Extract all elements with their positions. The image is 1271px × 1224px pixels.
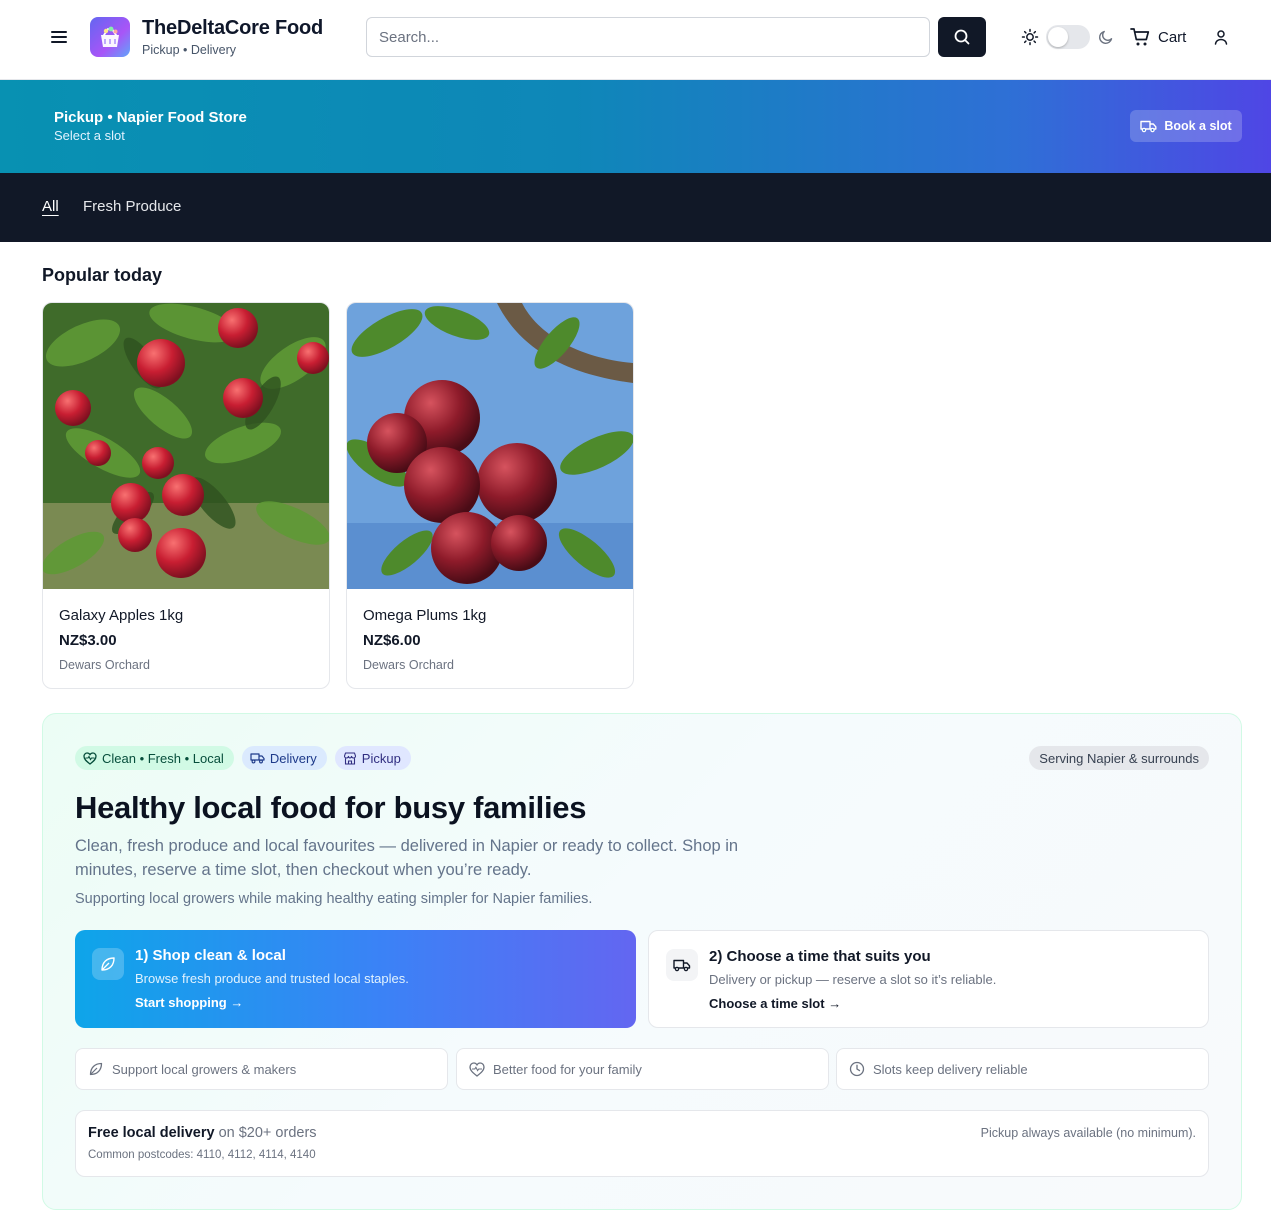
pill-label: Delivery bbox=[269, 750, 317, 766]
category-fresh-produce[interactable]: Fresh Produce bbox=[83, 198, 181, 215]
category-nav: All Fresh Produce bbox=[0, 173, 1271, 242]
moon-icon bbox=[1097, 28, 1115, 46]
top-header: TheDeltaCore Food Pickup • Delivery Cart bbox=[0, 0, 1271, 80]
search-button[interactable] bbox=[938, 17, 986, 57]
free-delivery-rest: on $20+ orders bbox=[218, 1125, 317, 1141]
hero-description: Clean, fresh produce and local favourite… bbox=[75, 837, 739, 879]
category-all[interactable]: All bbox=[42, 198, 59, 215]
leaf-icon bbox=[89, 1062, 103, 1076]
product-name[interactable]: Galaxy Apples 1kg bbox=[59, 607, 183, 624]
feature-better-food: Better food for your family bbox=[456, 1048, 829, 1090]
cart-icon bbox=[1130, 28, 1150, 46]
pickup-banner: Pickup • Napier Food Store Select a slot… bbox=[0, 80, 1271, 173]
truck-icon bbox=[1140, 120, 1157, 133]
pill-label: Pickup bbox=[361, 750, 401, 766]
brand-subtitle: Pickup • Delivery bbox=[142, 43, 236, 57]
popular-title: Popular today bbox=[42, 265, 163, 285]
feature-label: Slots keep delivery reliable bbox=[873, 1061, 1028, 1077]
user-icon[interactable] bbox=[1212, 28, 1230, 46]
cart-button[interactable]: Cart bbox=[1130, 26, 1186, 48]
postcodes-text: Common postcodes: 4110, 4112, 4114, 4140 bbox=[88, 1149, 316, 1161]
feature-slots-reliable: Slots keep delivery reliable bbox=[836, 1048, 1209, 1090]
hero-title: Healthy local food for busy families bbox=[75, 790, 587, 825]
heart-pulse-icon bbox=[83, 751, 97, 765]
search-icon bbox=[954, 29, 970, 45]
brand-name: TheDeltaCore Food bbox=[142, 17, 324, 39]
product-image-apples[interactable] bbox=[43, 303, 329, 589]
step-title: 2) Choose a time that suits you bbox=[709, 948, 931, 965]
step-title: 1) Shop clean & local bbox=[135, 947, 286, 964]
menu-icon[interactable] bbox=[50, 28, 70, 48]
hero-panel: Clean • Fresh • Local Delivery Pickup Se… bbox=[42, 713, 1242, 1210]
truck-icon bbox=[250, 753, 265, 764]
theme-toggle[interactable] bbox=[1046, 25, 1090, 49]
pickup-note: Pickup always available (no minimum). bbox=[980, 1126, 1196, 1140]
book-slot-label: Book a slot bbox=[1164, 119, 1232, 133]
free-delivery-strong: Free local delivery bbox=[88, 1125, 215, 1141]
banner-subtitle[interactable]: Select a slot bbox=[54, 128, 125, 143]
hero-pills: Clean • Fresh • Local Delivery Pickup bbox=[75, 746, 411, 770]
step-timeslot-card[interactable]: 2) Choose a time that suits you Delivery… bbox=[648, 930, 1209, 1028]
toggle-knob bbox=[1048, 27, 1068, 47]
product-vendor: Dewars Orchard bbox=[59, 658, 150, 672]
pill-delivery: Delivery bbox=[241, 746, 327, 770]
clock-icon bbox=[849, 1061, 865, 1077]
banner-title: Pickup • Napier Food Store bbox=[54, 109, 247, 126]
pill-label: Clean • Fresh • Local bbox=[102, 750, 224, 766]
product-image-plums[interactable] bbox=[347, 303, 633, 589]
truck-icon bbox=[666, 949, 698, 981]
sun-icon bbox=[1021, 28, 1039, 46]
step-description: Browse fresh produce and trusted local s… bbox=[135, 971, 409, 986]
start-shopping-link[interactable]: Start shopping → bbox=[135, 995, 243, 1010]
delivery-info-box: Free local delivery on $20+ orders Commo… bbox=[75, 1110, 1209, 1177]
free-delivery-line: Free local delivery on $20+ orders bbox=[88, 1125, 317, 1141]
pill-clean-fresh-local: Clean • Fresh • Local bbox=[75, 746, 234, 770]
heart-pulse-icon bbox=[469, 1061, 485, 1077]
product-card[interactable]: Omega Plums 1kg NZ$6.00 Dewars Orchard bbox=[346, 302, 634, 689]
store-icon bbox=[343, 751, 356, 765]
brand[interactable]: TheDeltaCore Food Pickup • Delivery bbox=[142, 17, 323, 57]
book-slot-button[interactable]: Book a slot bbox=[1130, 110, 1242, 142]
choose-slot-link[interactable]: Choose a time slot → bbox=[709, 996, 841, 1011]
cart-label: Cart bbox=[1158, 28, 1187, 46]
product-vendor: Dewars Orchard bbox=[363, 658, 454, 672]
basket-logo-icon[interactable] bbox=[90, 17, 130, 57]
leaf-icon bbox=[92, 948, 124, 980]
feature-local-growers: Support local growers & makers bbox=[75, 1048, 448, 1090]
step-description: Delivery or pickup — reserve a slot so i… bbox=[709, 972, 997, 987]
feature-label: Better food for your family bbox=[493, 1061, 642, 1077]
pill-pickup: Pickup bbox=[334, 746, 411, 770]
step-shop-card[interactable]: 1) Shop clean & local Browse fresh produ… bbox=[75, 930, 636, 1028]
serving-badge: Serving Napier & surrounds bbox=[1029, 746, 1209, 770]
product-price: NZ$6.00 bbox=[363, 632, 421, 649]
hero-tagline: Supporting local growers while making he… bbox=[75, 891, 593, 907]
product-price: NZ$3.00 bbox=[59, 632, 117, 649]
product-name[interactable]: Omega Plums 1kg bbox=[363, 607, 486, 624]
product-card[interactable]: Galaxy Apples 1kg NZ$3.00 Dewars Orchard bbox=[42, 302, 330, 689]
search-input[interactable] bbox=[366, 17, 930, 57]
feature-label: Support local growers & makers bbox=[112, 1061, 297, 1077]
